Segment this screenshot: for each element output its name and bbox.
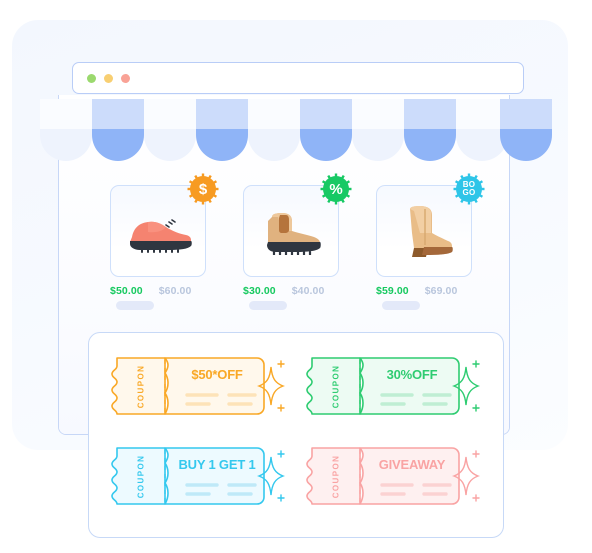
dollar-badge-icon: $: [187, 173, 219, 205]
coupon-offer-text: $50*OFF: [191, 367, 243, 382]
product-card-pink-derby-shoe[interactable]: $ $50.00 $60.00: [110, 173, 219, 310]
price-original: $69.00: [424, 285, 458, 297]
product-image-frame: $: [110, 173, 219, 277]
browser-title-bar: [72, 62, 524, 94]
coupon-side-label: COUPON: [136, 454, 146, 498]
awning-scallop: [248, 99, 300, 161]
coupon-offer-text: 30%OFF: [386, 367, 438, 382]
placeholder-pill: [249, 301, 287, 310]
price-row: $30.00 $40.00: [243, 285, 351, 297]
coupon-panel: COUPON $50*OFF COUPON 30%OFF COUPON BUY …: [88, 332, 504, 538]
illustration-scene: $ $50.00 $60.00 % $30.00 $40.00 BO GO $5…: [0, 0, 592, 553]
badge-label: %: [329, 180, 343, 198]
badge-label: $: [198, 180, 208, 198]
close-dot[interactable]: [121, 74, 130, 83]
window-controls: [87, 74, 130, 83]
product-image-frame: %: [243, 173, 352, 277]
awning-scallop: [500, 99, 552, 161]
placeholder-pill: [116, 301, 154, 310]
coupon-side-label: COUPON: [331, 454, 341, 498]
coupon-offer-text: GIVEAWAY: [378, 457, 446, 472]
product-row: $ $50.00 $60.00 % $30.00 $40.00 BO GO $5…: [110, 173, 485, 325]
product-card-tan-chelsea-boot[interactable]: % $30.00 $40.00: [243, 173, 352, 310]
product-card-tan-heeled-ankle-boot[interactable]: BO GO $59.00 $69.00: [376, 173, 485, 310]
coupon-offer-text: BUY 1 GET 1: [178, 457, 256, 472]
awning-scallop: [92, 99, 144, 161]
coupon-50-off[interactable]: COUPON $50*OFF: [109, 355, 285, 417]
price-original: $60.00: [158, 285, 192, 297]
price-current: $30.00: [243, 285, 276, 297]
coupon-giveaway[interactable]: COUPON GIVEAWAY: [304, 445, 480, 507]
price-row: $50.00 $60.00: [110, 285, 218, 297]
price-row: $59.00 $69.00: [376, 285, 484, 297]
price-current: $50.00: [110, 285, 143, 297]
coupon-side-label: COUPON: [136, 364, 146, 408]
awning-scallop: [352, 99, 404, 161]
badge-label-line2: GO: [462, 188, 476, 197]
store-awning: [40, 99, 552, 161]
awning-scallop: [300, 99, 352, 161]
price-original: $40.00: [291, 285, 325, 297]
awning-scallop: [144, 99, 196, 161]
maximize-dot[interactable]: [104, 74, 113, 83]
price-current: $59.00: [376, 285, 409, 297]
awning-scallop: [404, 99, 456, 161]
coupon-30-percent[interactable]: COUPON 30%OFF: [304, 355, 480, 417]
placeholder-pill: [382, 301, 420, 310]
minimize-dot[interactable]: [87, 74, 96, 83]
awning-scallop: [196, 99, 248, 161]
bogo-badge-icon: BO GO: [453, 173, 485, 205]
coupon-side-label: COUPON: [331, 364, 341, 408]
percent-badge-icon: %: [320, 173, 352, 205]
product-image-frame: BO GO: [376, 173, 485, 277]
awning-scallop: [40, 99, 92, 161]
coupon-bogo[interactable]: COUPON BUY 1 GET 1: [109, 445, 285, 507]
